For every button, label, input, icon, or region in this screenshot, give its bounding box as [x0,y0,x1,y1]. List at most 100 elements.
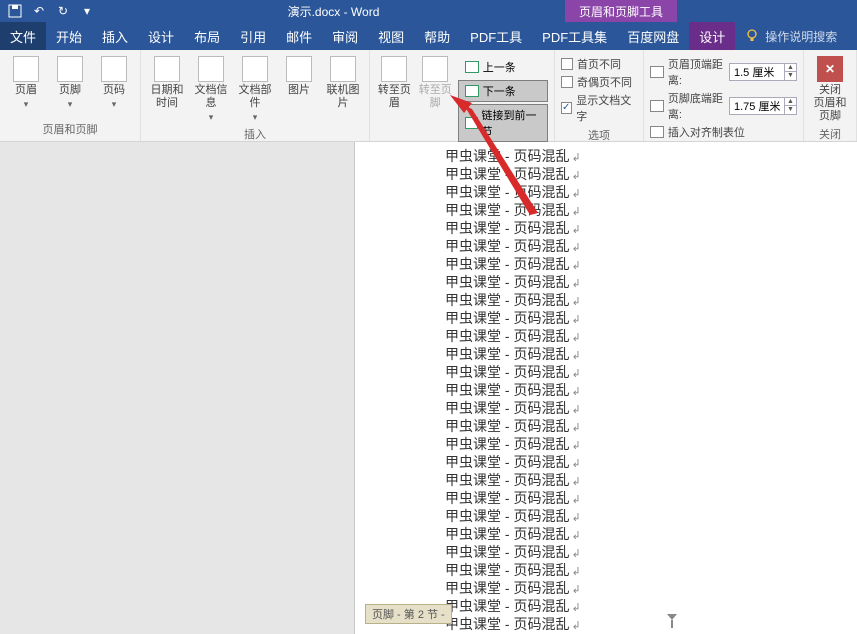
footer-distance-spinner[interactable]: ▲▼ [729,97,797,115]
redo-icon[interactable]: ↻ [56,4,70,18]
footer-button[interactable]: 页脚▾ [50,54,90,110]
link-icon [465,117,478,129]
content-line: 甲虫课堂 - 页码混乱 [445,490,847,508]
next-icon [465,85,479,97]
tab-file[interactable]: 文件 [0,22,46,50]
lightbulb-icon [745,29,759,43]
picture-icon [286,56,312,82]
spin-down-icon[interactable]: ▼ [784,106,796,114]
footer-distance-label: 页脚底端距离: [668,90,725,122]
group-navigation: 转至页眉 转至页脚 上一条 下一条 链接到前一节 导航 [370,50,555,141]
header-distance-label: 页眉顶端距离: [668,56,725,88]
date-time-button[interactable]: 日期和时间 [147,54,187,123]
doc-info-button[interactable]: 文档信息▾ [191,54,231,123]
close-header-footer-button[interactable]: ✕ 关闭 页眉和页脚 [810,54,850,123]
quick-access-toolbar: ↶ ↻ ▾ [0,4,102,18]
footer-distance-input[interactable] [730,100,784,112]
group-position: 页眉顶端距离: ▲▼ 页脚底端距离: ▲▼ 插入对齐制表位 位置 [644,50,804,141]
header-distance-spinner[interactable]: ▲▼ [729,63,797,81]
chevron-down-icon: ▾ [112,99,117,110]
tab-help[interactable]: 帮助 [414,22,460,50]
tab-view[interactable]: 视图 [368,22,414,50]
quick-parts-button[interactable]: 文档部件▾ [235,54,275,123]
tab-baidu[interactable]: 百度网盘 [617,22,689,50]
tell-me-placeholder: 操作说明搜索 [765,28,837,45]
content-line: 甲虫课堂 - 页码混乱 [445,472,847,490]
chevron-down-icon: ▾ [253,112,258,123]
qat-dropdown-icon[interactable]: ▾ [80,4,94,18]
spin-up-icon[interactable]: ▲ [784,98,796,106]
tab-mailings[interactable]: 邮件 [276,22,322,50]
contextual-tab-label: 页眉和页脚工具 [565,0,677,22]
show-document-text-checkbox[interactable]: 显示文档文字 [561,92,637,124]
header-button[interactable]: 页眉▾ [6,54,46,110]
content-line: 甲虫课堂 - 页码混乱 [445,616,847,634]
content-line: 甲虫课堂 - 页码混乱 [445,202,847,220]
titlebar: ↶ ↻ ▾ 演示.docx - Word 页眉和页脚工具 [0,0,857,22]
document-page[interactable]: 甲虫课堂 - 页码混乱甲虫课堂 - 页码混乱甲虫课堂 - 页码混乱甲虫课堂 - … [355,142,857,634]
tab-review[interactable]: 审阅 [322,22,368,50]
content-line: 甲虫课堂 - 页码混乱 [445,544,847,562]
goto-header-icon [381,56,407,82]
online-picture-button[interactable]: 联机图片 [323,54,363,123]
undo-icon[interactable]: ↶ [32,4,46,18]
online-picture-icon [330,56,356,82]
picture-button[interactable]: 图片 [279,54,319,123]
align-tab-icon [650,126,664,138]
close-icon: ✕ [817,56,843,82]
tab-layout[interactable]: 布局 [184,22,230,50]
tab-references[interactable]: 引用 [230,22,276,50]
spin-up-icon[interactable]: ▲ [784,64,796,72]
content-line: 甲虫课堂 - 页码混乱 [445,148,847,166]
chevron-down-icon: ▾ [24,99,29,110]
group-label: 页眉和页脚 [6,118,134,141]
tab-design[interactable]: 设计 [138,22,184,50]
content-line: 甲虫课堂 - 页码混乱 [445,580,847,598]
tab-insert[interactable]: 插入 [92,22,138,50]
different-first-page-checkbox[interactable]: 首页不同 [561,56,637,72]
content-line: 甲虫课堂 - 页码混乱 [445,238,847,256]
link-previous-button[interactable]: 链接到前一节 [458,104,548,142]
content-line: 甲虫课堂 - 页码混乱 [445,562,847,580]
header-icon [13,56,39,82]
tab-stop-icon [667,614,677,628]
checkbox-icon [561,58,573,70]
ribbon-tabs: 文件 开始 插入 设计 布局 引用 邮件 审阅 视图 帮助 PDF工具 PDF工… [0,22,857,50]
header-distance-input[interactable] [730,66,784,78]
doc-info-icon [198,56,224,82]
content-line: 甲虫课堂 - 页码混乱 [445,328,847,346]
tab-hf-design[interactable]: 设计 [689,22,735,50]
document-title: 演示.docx - Word [102,3,565,20]
page-number-icon [101,56,127,82]
goto-footer-icon [422,56,448,82]
different-odd-even-checkbox[interactable]: 奇偶页不同 [561,74,637,90]
chevron-down-icon: ▾ [68,99,73,110]
spin-down-icon[interactable]: ▼ [784,72,796,80]
content-line: 甲虫课堂 - 页码混乱 [445,166,847,184]
content-line: 甲虫课堂 - 页码混乱 [445,508,847,526]
content-line: 甲虫课堂 - 页码混乱 [445,184,847,202]
tell-me-search[interactable]: 操作说明搜索 [735,22,847,50]
content-line: 甲虫课堂 - 页码混乱 [445,310,847,328]
checkbox-checked-icon [561,102,572,114]
previous-button[interactable]: 上一条 [458,56,548,78]
tab-home[interactable]: 开始 [46,22,92,50]
tab-pdftoolset[interactable]: PDF工具集 [532,22,617,50]
chevron-down-icon: ▾ [209,112,214,123]
workspace: 甲虫课堂 - 页码混乱甲虫课堂 - 页码混乱甲虫课堂 - 页码混乱甲虫课堂 - … [0,142,857,634]
goto-header-button[interactable]: 转至页眉 [376,54,413,142]
header-distance-icon [650,66,664,78]
tab-pdftool[interactable]: PDF工具 [460,22,532,50]
page-number-button[interactable]: 页码▾ [94,54,134,110]
content-line: 甲虫课堂 - 页码混乱 [445,256,847,274]
ribbon: 页眉▾ 页脚▾ 页码▾ 页眉和页脚 日期和时间 文档信息▾ 文档部件▾ 图片 联… [0,50,857,142]
group-options: 首页不同 奇偶页不同 显示文档文字 选项 [555,50,644,141]
insert-align-tab-button[interactable]: 插入对齐制表位 [668,124,797,140]
save-icon[interactable] [8,4,22,18]
goto-footer-button[interactable]: 转至页脚 [417,54,454,142]
content-line: 甲虫课堂 - 页码混乱 [445,526,847,544]
next-button[interactable]: 下一条 [458,80,548,102]
content-line: 甲虫课堂 - 页码混乱 [445,274,847,292]
content-line: 甲虫课堂 - 页码混乱 [445,454,847,472]
content-line: 甲虫课堂 - 页码混乱 [445,400,847,418]
